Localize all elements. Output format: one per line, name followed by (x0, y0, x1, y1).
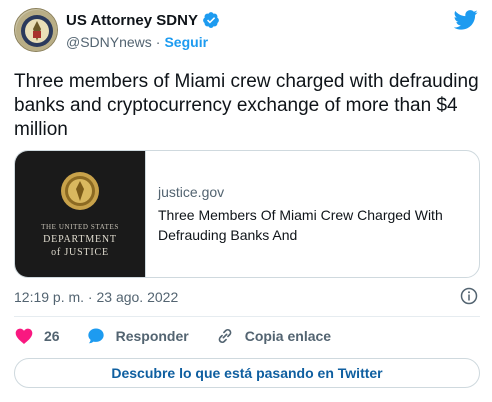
follow-button[interactable]: Seguir (164, 34, 208, 50)
verified-badge-icon (203, 12, 219, 28)
divider (14, 316, 480, 317)
heart-icon (15, 328, 33, 344)
tweet-embed: US Attorney SDNY @SDNYnews · Seguir Thre… (0, 0, 492, 402)
action-bar: 26 Responder Copia enlace (14, 322, 357, 350)
copy-link-button[interactable]: Copia enlace (215, 326, 331, 346)
avatar[interactable] (14, 8, 58, 52)
card-image: THE UNITED STATES DEPARTMENT of JUSTICE (15, 151, 145, 277)
like-count: 26 (44, 328, 60, 344)
card-image-line-3: of JUSTICE (51, 247, 109, 258)
card-body: justice.gov Three Members Of Miami Crew … (145, 151, 479, 277)
link-card[interactable]: THE UNITED STATES DEPARTMENT of JUSTICE … (14, 150, 480, 278)
like-button[interactable]: 26 (14, 326, 60, 346)
twitter-bird-icon[interactable] (454, 10, 478, 30)
doj-seal-icon (16, 10, 57, 51)
separator-dot: · (155, 34, 161, 50)
author-name[interactable]: US Attorney SDNY (66, 12, 198, 29)
card-domain: justice.gov (158, 184, 225, 200)
author-handle[interactable]: @SDNYnews (66, 34, 152, 50)
reply-button[interactable]: Responder (86, 326, 189, 346)
reply-label: Responder (115, 328, 189, 344)
card-image-line-2: DEPARTMENT (43, 234, 117, 245)
link-icon (218, 328, 232, 344)
info-icon[interactable] (460, 287, 478, 305)
copy-link-label: Copia enlace (244, 328, 332, 344)
tweet-text: Three members of Miami crew charged with… (14, 71, 479, 140)
doj-seal-icon (61, 172, 99, 210)
card-title: Three Members Of Miami Crew Charged With… (158, 207, 443, 243)
tweet-timestamp[interactable]: 12:19 p. m. · 23 ago. 2022 (14, 289, 178, 305)
card-image-line-1: THE UNITED STATES (41, 223, 119, 231)
discover-label: Descubre lo que está pasando en Twitter (111, 365, 383, 381)
discover-button[interactable]: Descubre lo que está pasando en Twitter (14, 358, 480, 388)
author-block: US Attorney SDNY @SDNYnews · Seguir (66, 10, 220, 52)
reply-bubble-icon (87, 328, 104, 344)
